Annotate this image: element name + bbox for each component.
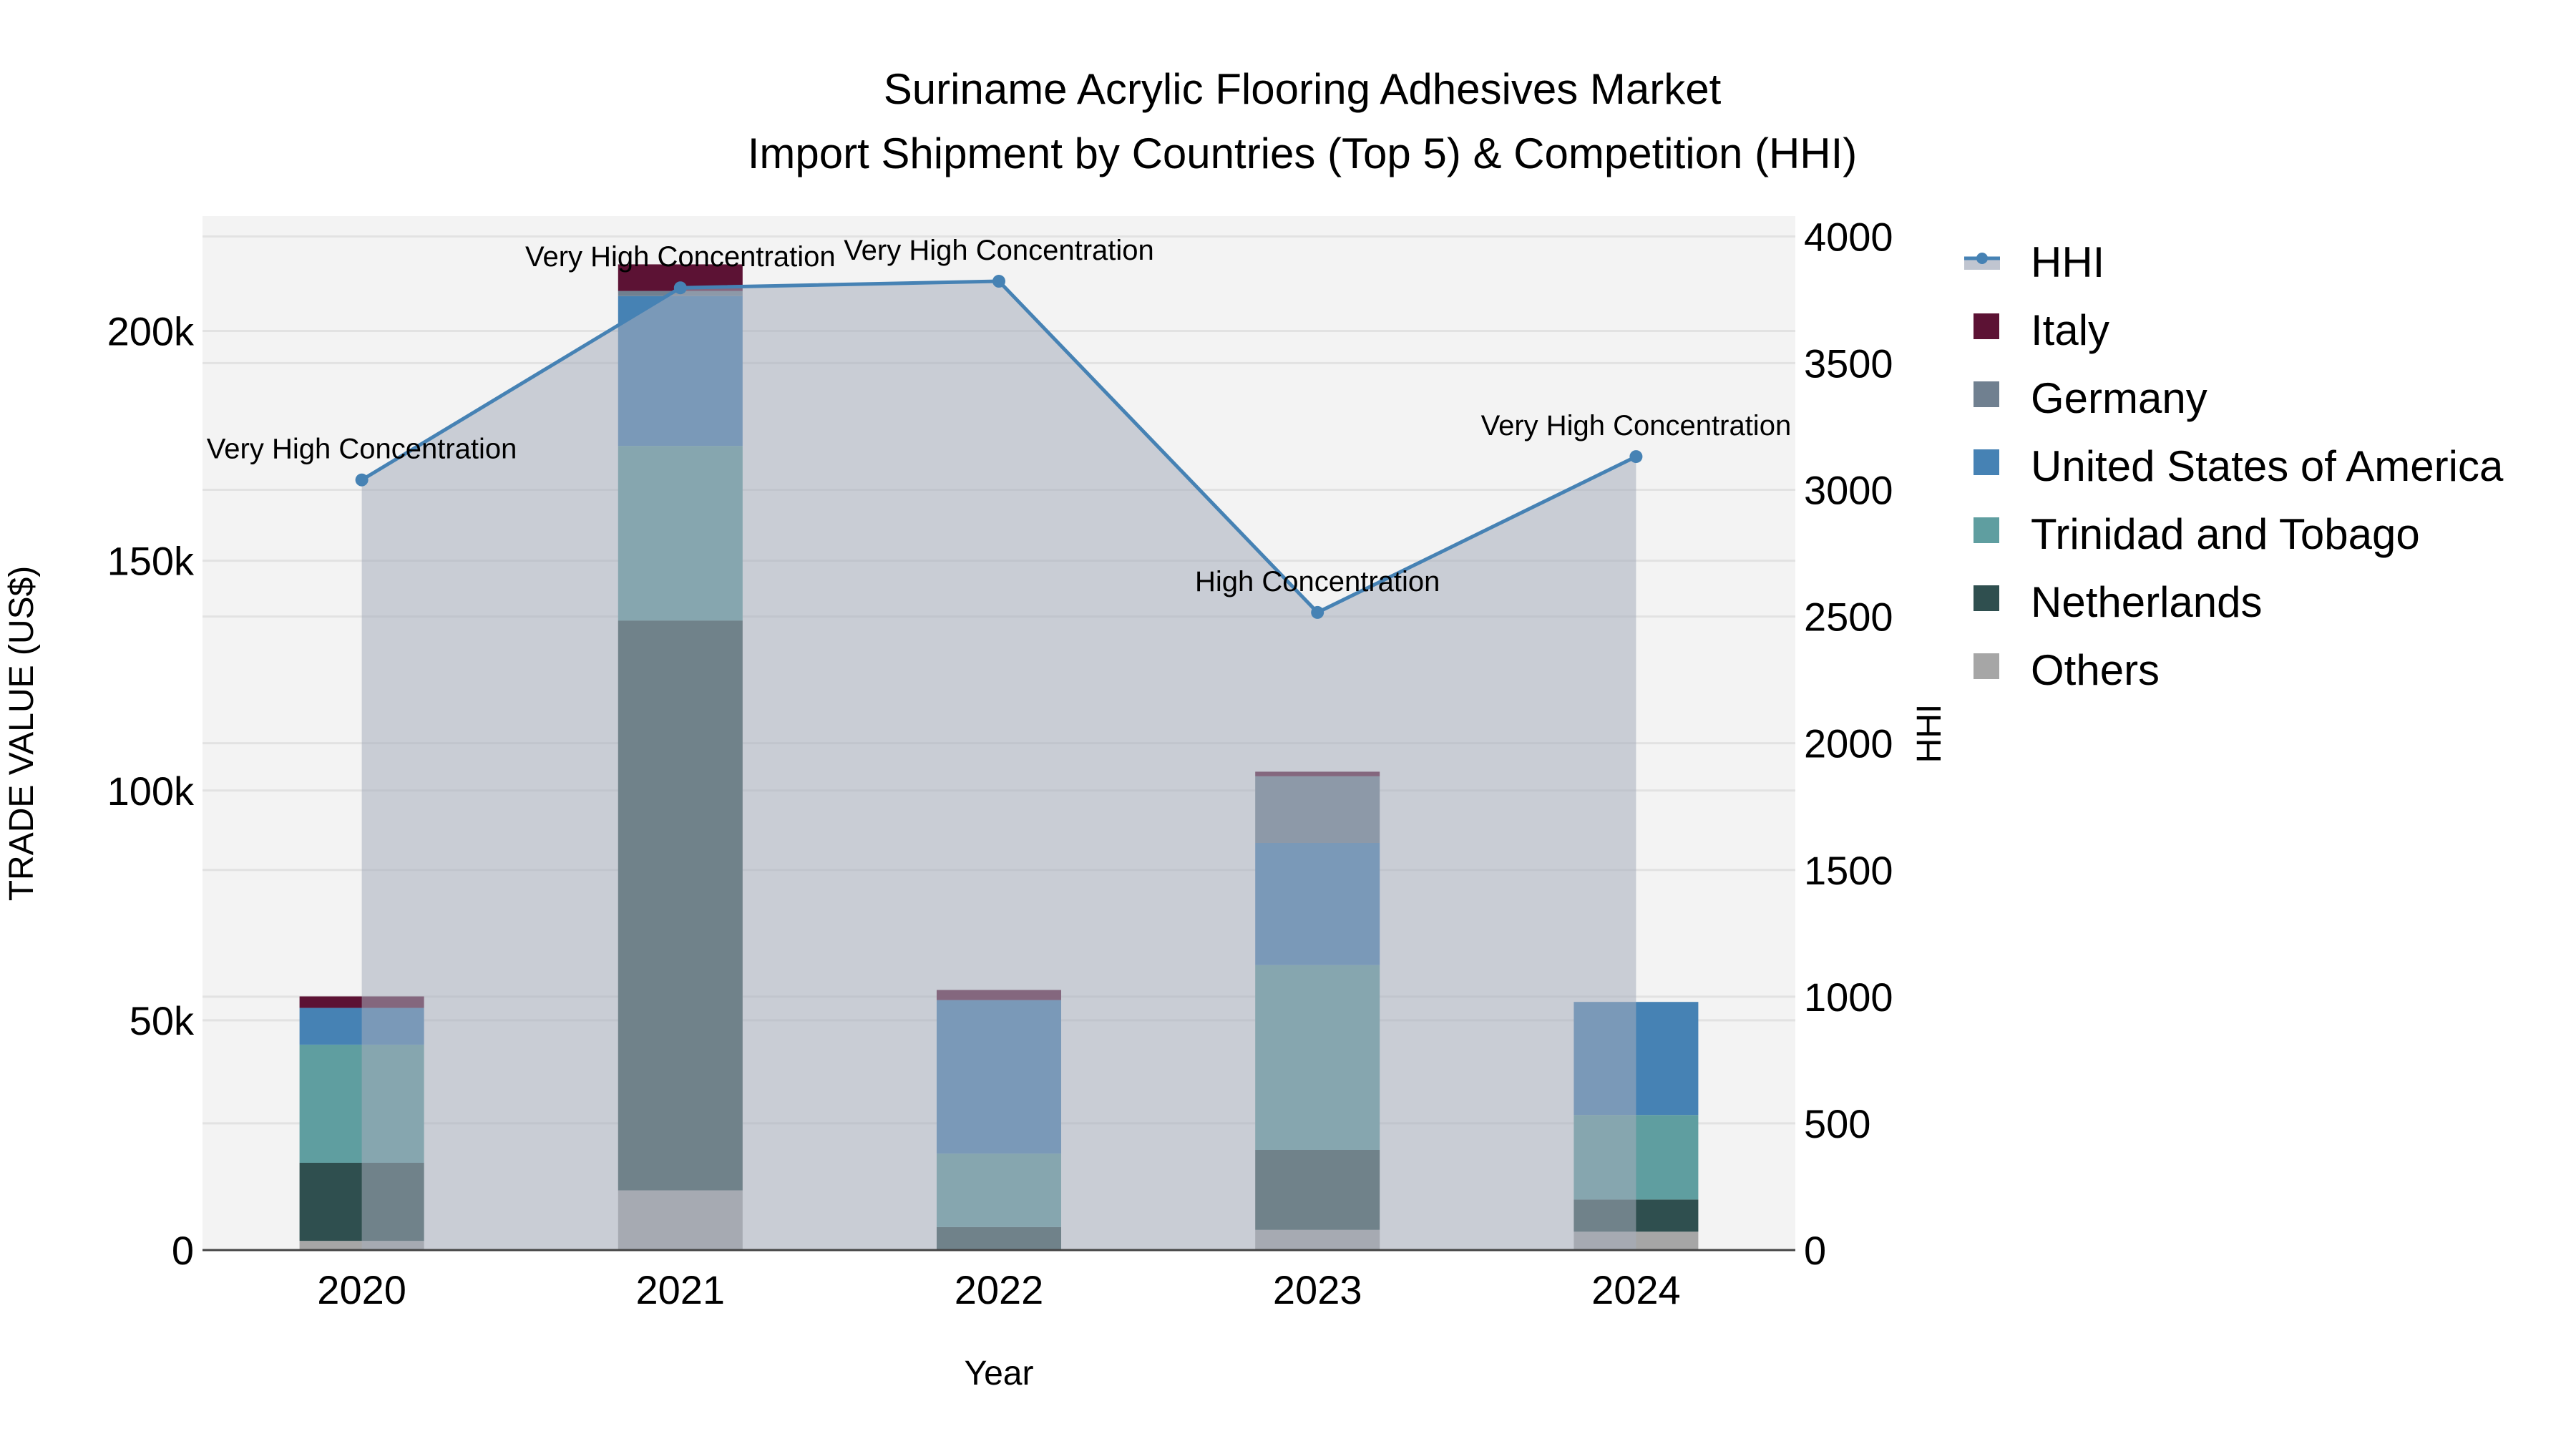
hhi-point <box>1629 450 1643 464</box>
legend-label: Trinidad and Tobago <box>2031 510 2420 558</box>
hhi-annotation: Very High Concentration <box>207 434 517 465</box>
x-tick-label: 2021 <box>636 1267 726 1312</box>
y-axis-label: TRADE VALUE (US$) <box>3 566 41 902</box>
y2-tick-label: 500 <box>1804 1101 1870 1146</box>
hhi-point <box>673 281 687 295</box>
y-tick-label: 100k <box>107 769 195 814</box>
y-tick-label: 200k <box>107 309 195 354</box>
hhi-annotation: Very High Concentration <box>1481 410 1792 441</box>
hhi-annotation: Very High Concentration <box>525 241 836 273</box>
hhi-point <box>355 473 369 487</box>
legend-swatch <box>1974 585 1999 611</box>
chart-title: Suriname Acrylic Flooring Adhesives Mark… <box>884 65 1722 113</box>
y2-tick-label: 4000 <box>1804 214 1893 259</box>
y2-tick-label: 0 <box>1804 1228 1826 1273</box>
y2-tick-label: 1000 <box>1804 975 1893 1020</box>
chart-subtitle: Import Shipment by Countries (Top 5) & C… <box>748 130 1858 177</box>
legend-swatch <box>1974 449 1999 475</box>
y-tick-label: 150k <box>107 539 195 584</box>
y2-tick-label: 1500 <box>1804 848 1893 893</box>
x-axis-label: Year <box>965 1355 1034 1392</box>
y2-axis-label: HHI <box>1911 704 1948 763</box>
legend-label: Italy <box>2031 306 2109 354</box>
legend-swatch <box>1974 381 1999 407</box>
hhi-point <box>1311 605 1324 619</box>
y-tick-label: 50k <box>130 998 195 1043</box>
x-tick-label: 2022 <box>955 1267 1044 1312</box>
legend-label: Netherlands <box>2031 578 2263 626</box>
y2-tick-label: 3000 <box>1804 468 1893 513</box>
hhi-point <box>992 275 1005 288</box>
legend-label: HHI <box>2031 238 2104 286</box>
x-tick-label: 2020 <box>317 1267 406 1312</box>
legend-swatch <box>1974 313 1999 339</box>
legend: HHI Italy Germany United States of America T… <box>1964 238 2504 694</box>
y2-tick-label: 2500 <box>1804 595 1893 640</box>
chart: Very High Concentration Very High Concent… <box>3 65 2504 1392</box>
y2-tick-label: 3500 <box>1804 341 1893 386</box>
hhi-annotation: High Concentration <box>1195 566 1440 597</box>
x-axis-ticks: 2020 2021 2022 2023 2024 <box>317 1267 1680 1312</box>
y-axis-ticks: 0 50k 100k 150k 200k <box>107 309 195 1273</box>
x-tick-label: 2024 <box>1591 1267 1681 1312</box>
legend-hhi-marker <box>1976 253 1988 264</box>
y2-tick-label: 2000 <box>1804 721 1893 766</box>
legend-label: Germany <box>2031 374 2207 422</box>
hhi-annotation: Very High Concentration <box>844 235 1154 266</box>
legend-label: Others <box>2031 646 2160 694</box>
legend-swatch <box>1974 653 1999 679</box>
x-tick-label: 2023 <box>1273 1267 1362 1312</box>
legend-label: United States of America <box>2031 442 2504 490</box>
legend-swatch <box>1974 517 1999 543</box>
y2-axis-ticks: 0 500 1000 1500 2000 2500 3000 3500 4000 <box>1804 214 1893 1273</box>
y-tick-label: 0 <box>172 1228 194 1273</box>
